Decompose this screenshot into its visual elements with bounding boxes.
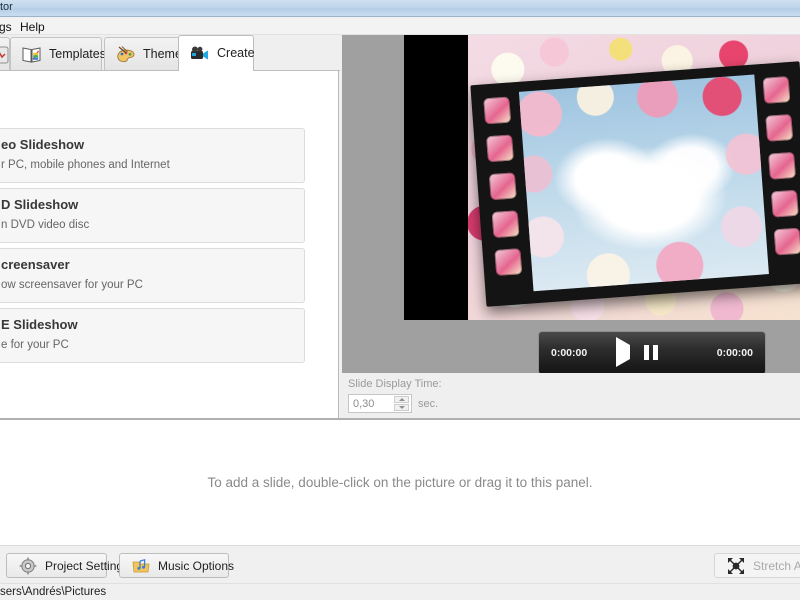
status-path-text: sers\Andrés\Pictures xyxy=(0,586,107,598)
book-palette-icon xyxy=(21,45,43,65)
camcorder-icon xyxy=(189,44,211,64)
project-settings-label: Project Settings xyxy=(45,558,130,573)
tab-templates[interactable]: Templates xyxy=(10,37,106,71)
slide-display-time-label: Slide Display Time: xyxy=(348,378,442,390)
stretch-icon xyxy=(727,557,745,575)
create-option-description: ow screensaver for your PC xyxy=(1,279,143,291)
slide-display-time-unit: sec. xyxy=(418,397,439,410)
player-transport-controls xyxy=(616,337,688,367)
music-options-button[interactable]: Music Options xyxy=(119,553,234,578)
menu-bar: gs Help xyxy=(0,18,800,35)
stretch-all-label: Stretch All xyxy=(753,558,800,573)
preview-artwork xyxy=(468,35,800,320)
paint-palette-icon xyxy=(115,45,137,65)
create-option-title: E Slideshow xyxy=(1,317,78,332)
play-icon[interactable] xyxy=(616,337,632,367)
create-option-title: D Slideshow xyxy=(1,197,79,212)
status-bar: sers\Andrés\Pictures xyxy=(0,583,800,600)
create-option-description: n DVD video disc xyxy=(1,219,90,231)
create-option-video-slideshow[interactable]: eo Slideshow r PC, mobile phones and Int… xyxy=(0,128,305,183)
create-option-dvd-slideshow[interactable]: D Slideshow n DVD video disc xyxy=(0,188,305,243)
preview-stage[interactable] xyxy=(404,35,800,320)
pause-icon[interactable] xyxy=(644,345,660,361)
preview-pane: 0:00:00 0:00:00 xyxy=(342,35,800,373)
preview-photo xyxy=(518,74,769,292)
stop-icon[interactable] xyxy=(672,345,688,361)
create-option-title: eo Slideshow xyxy=(1,137,85,152)
gear-icon xyxy=(19,557,37,575)
slide-display-time-section: Slide Display Time: 0,30 sec. xyxy=(342,373,800,418)
project-settings-button[interactable]: Project Settings xyxy=(6,553,129,578)
tab-create[interactable]: Create xyxy=(178,35,255,71)
player-control-bar: 0:00:00 0:00:00 xyxy=(538,331,766,373)
player-elapsed-time: 0:00:00 xyxy=(551,347,588,359)
drop-panel-hint: To add a slide, double-click on the pict… xyxy=(207,475,593,490)
menu-item-settings[interactable]: gs xyxy=(0,20,15,34)
tab-themes[interactable]: Themes xyxy=(104,37,188,71)
music-options-label: Music Options xyxy=(158,558,235,573)
create-option-description: e for your PC xyxy=(1,339,69,351)
create-option-exe-slideshow[interactable]: E Slideshow e for your PC xyxy=(0,308,305,363)
stepper-up-icon[interactable] xyxy=(394,396,409,403)
tab-slides[interactable]: s xyxy=(0,37,23,71)
menu-item-help[interactable]: Help xyxy=(17,20,48,34)
window-title: tor xyxy=(0,1,13,13)
stepper-down-icon[interactable] xyxy=(394,404,409,411)
create-options-pane: eo Slideshow r PC, mobile phones and Int… xyxy=(0,71,339,419)
tab-templates-label: Templates xyxy=(49,47,106,62)
player-total-time: 0:00:00 xyxy=(716,347,753,359)
slide-display-time-value: 0,30 xyxy=(353,397,375,410)
title-bar: tor xyxy=(0,0,800,17)
create-option-screensaver[interactable]: creensaver ow screensaver for your PC xyxy=(0,248,305,303)
film-frame-graphic xyxy=(470,61,800,307)
application-window: tor gs Help s xyxy=(0,0,800,600)
slide-display-time-stepper[interactable]: 0,30 xyxy=(348,394,412,413)
create-option-description: r PC, mobile phones and Internet xyxy=(1,159,170,171)
stepper-arrows[interactable] xyxy=(394,396,409,411)
stretch-all-button[interactable]: Stretch All xyxy=(714,553,800,578)
music-folder-icon xyxy=(132,557,150,575)
bottom-toolbar: Project Settings Music Options Stretch A xyxy=(0,545,800,583)
create-option-title: creensaver xyxy=(1,257,70,272)
tab-create-label: Create xyxy=(217,46,255,61)
slide-drop-panel[interactable]: To add a slide, double-click on the pict… xyxy=(0,420,800,545)
